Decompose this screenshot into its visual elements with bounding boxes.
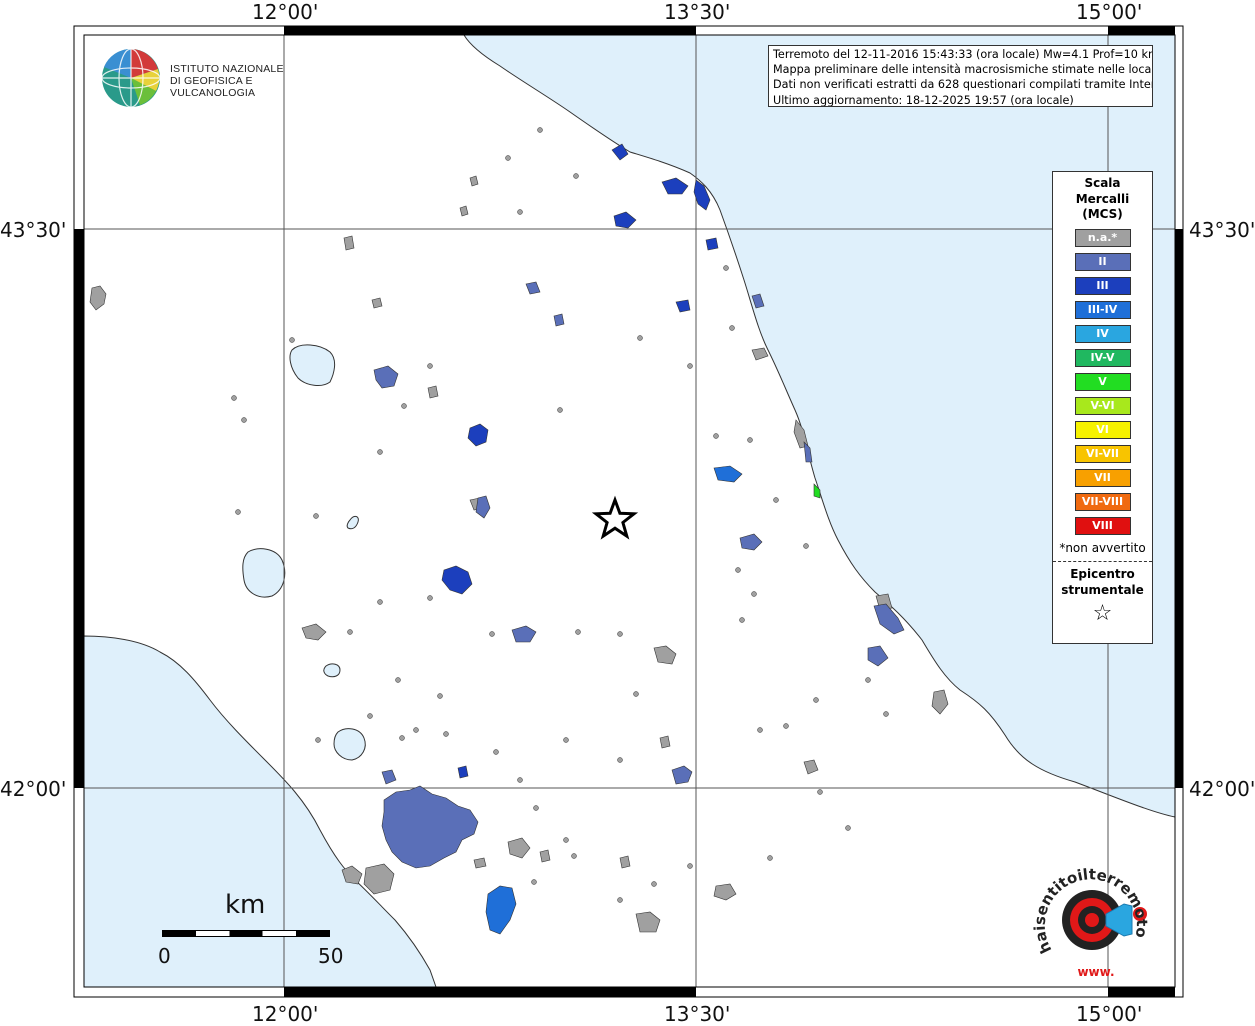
lon-label-bottom-3: 15°00' bbox=[1076, 1002, 1143, 1026]
legend-epicentre-line-1: Epicentro bbox=[1070, 566, 1135, 581]
legend-swatch: VII-VIII bbox=[1074, 492, 1131, 511]
legend-items: n.a.* II III III-IV IV IV-V V V-VI VI VI-VII VII VI… bbox=[1053, 228, 1152, 535]
hai-sentito-badge[interactable]: ? haisentitoilterremoto.it www. bbox=[1024, 848, 1158, 982]
legend-row: III-IV bbox=[1053, 300, 1152, 319]
legend-separator bbox=[1053, 560, 1152, 562]
legend-row: II bbox=[1053, 252, 1152, 271]
lon-label-top-3: 15°00' bbox=[1076, 0, 1143, 24]
legend-note: *non avvertito bbox=[1059, 540, 1146, 555]
legend-title-line-3: (MCS) bbox=[1082, 207, 1123, 221]
legend-swatch: III bbox=[1074, 276, 1131, 295]
globe-icon bbox=[101, 48, 161, 108]
lon-label-top-1: 12°00' bbox=[252, 0, 319, 24]
ingv-logo-text: ISTITUTO NAZIONALE DI GEOFISICA E VULCAN… bbox=[170, 63, 320, 99]
legend-swatch: V bbox=[1074, 372, 1131, 391]
legend-row: VIII bbox=[1053, 516, 1152, 535]
legend-title-line-2: Mercalli bbox=[1075, 191, 1130, 206]
event-info-line-1: Terremoto del 12-11-2016 15:43:33 (ora l… bbox=[773, 48, 1153, 61]
legend-swatch: VIII bbox=[1074, 516, 1131, 535]
legend-epicentre-line-2: strumentale bbox=[1061, 582, 1144, 597]
legend-row: V-VI bbox=[1053, 396, 1152, 415]
intensity-legend: Scala Mercalli (MCS) n.a.* II III III-IV IV I… bbox=[1052, 171, 1153, 644]
legend-swatch: IV-V bbox=[1074, 348, 1131, 367]
scale-bar-unit: km bbox=[225, 890, 266, 920]
legend-swatch: IV bbox=[1074, 324, 1131, 343]
legend-swatch: VII bbox=[1074, 468, 1131, 487]
legend-title: Scala Mercalli (MCS) bbox=[1053, 176, 1152, 223]
event-info-line-4: Ultimo aggiornamento: 18-12-2025 19:57 (… bbox=[773, 93, 1074, 107]
ingv-line-1: ISTITUTO NAZIONALE bbox=[170, 63, 284, 75]
legend-swatch: VI bbox=[1074, 420, 1131, 439]
lon-label-bottom-2: 13°30' bbox=[664, 1002, 731, 1026]
scale-bar: km 0 50 bbox=[158, 890, 348, 970]
event-info-box: Terremoto del 12-11-2016 15:43:33 (ora l… bbox=[768, 45, 1153, 107]
legend-star-icon: ☆ bbox=[1092, 600, 1113, 626]
ingv-line-2: DI GEOFISICA E VULCANOLOGIA bbox=[170, 75, 256, 99]
legend-row: VII bbox=[1053, 468, 1152, 487]
legend-row: III bbox=[1053, 276, 1152, 295]
lake-bolsena bbox=[242, 548, 286, 598]
legend-swatch: II bbox=[1074, 252, 1131, 271]
legend-swatch: V-VI bbox=[1074, 396, 1131, 415]
legend-row: IV bbox=[1053, 324, 1152, 343]
legend-swatch: VI-VII bbox=[1074, 444, 1131, 463]
legend-row: V bbox=[1053, 372, 1152, 391]
legend-swatch: III-IV bbox=[1074, 300, 1131, 319]
scale-bar-graphic bbox=[162, 930, 330, 937]
ingv-logo: ISTITUTO NAZIONALE DI GEOFISICA E VULCAN… bbox=[100, 47, 320, 109]
target-icon-center bbox=[1085, 913, 1099, 927]
event-info-line-3: Dati non verificati estratti da 628 ques… bbox=[773, 78, 1153, 92]
legend-row: VII-VIII bbox=[1053, 492, 1152, 511]
badge-url-prefix: www. bbox=[1077, 965, 1114, 979]
lon-label-bottom-1: 12°00' bbox=[252, 1002, 319, 1026]
event-info-line-2: Mappa preliminare delle intensità macros… bbox=[773, 63, 1153, 77]
scale-bar-end: 50 bbox=[318, 944, 344, 968]
legend-row: VI-VII bbox=[1053, 444, 1152, 463]
legend-title-line-1: Scala bbox=[1084, 176, 1121, 190]
lake-vico bbox=[323, 663, 341, 678]
lat-label-right-1: 43°30' bbox=[1189, 218, 1255, 242]
legend-row: IV-V bbox=[1053, 348, 1152, 367]
scale-bar-start: 0 bbox=[158, 944, 171, 968]
lat-label-left-1: 43°30' bbox=[0, 218, 67, 242]
lat-label-left-2: 42°00' bbox=[0, 777, 67, 801]
legend-row: n.a.* bbox=[1053, 228, 1152, 247]
legend-epicentre-label: Epicentro strumentale bbox=[1053, 566, 1152, 598]
legend-row: VI bbox=[1053, 420, 1152, 439]
legend-swatch: n.a.* bbox=[1074, 228, 1131, 247]
lon-label-top-2: 13°30' bbox=[664, 0, 731, 24]
lat-label-right-2: 42°00' bbox=[1189, 777, 1255, 801]
